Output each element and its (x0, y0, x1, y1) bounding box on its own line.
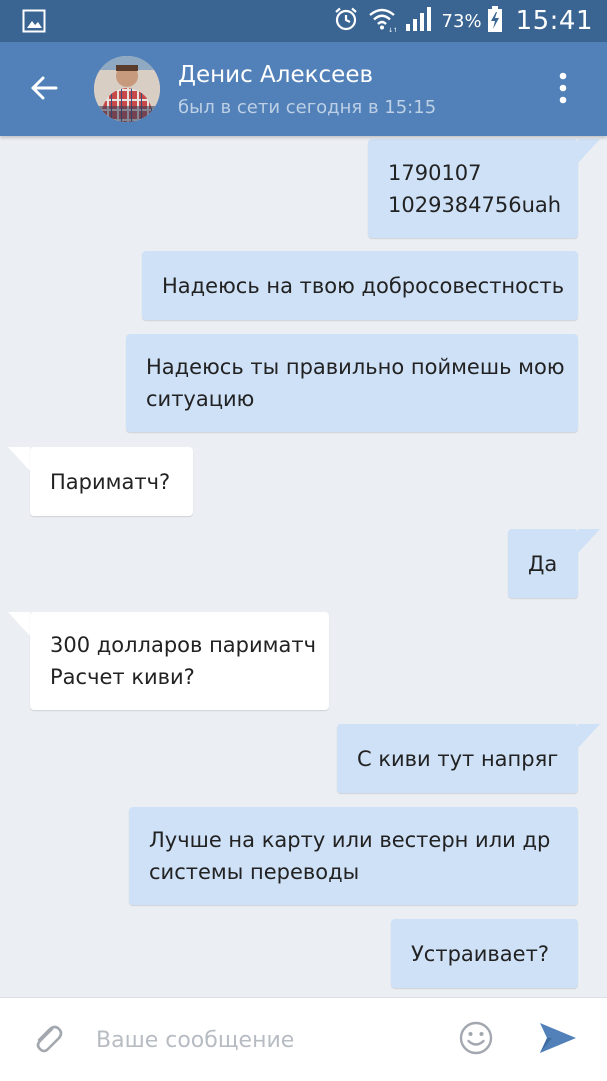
bubble-tail (8, 612, 30, 636)
last-seen-status: был в сети сегодня в 15:15 (178, 97, 437, 118)
message-text: Да (528, 551, 558, 576)
outgoing-message[interactable]: Лучше на карту или вестерн или др систем… (129, 807, 578, 905)
bubble-tail (578, 529, 600, 553)
chat-header: Денис Алексеев был в сети сегодня в 15:1… (0, 42, 607, 136)
alarm-icon (333, 6, 359, 36)
emoji-button[interactable] (454, 1018, 498, 1062)
message-text: ситуацию (146, 387, 255, 411)
back-button[interactable] (22, 68, 66, 112)
paperclip-icon (30, 1020, 66, 1060)
outgoing-message[interactable]: Надеюсь на твою добросовестность (142, 251, 578, 320)
bubble-tail (8, 447, 30, 471)
avatar[interactable] (94, 56, 160, 122)
incoming-message[interactable]: Париматч? (30, 447, 193, 516)
signal-icon (405, 7, 433, 35)
message-composer (0, 997, 607, 1081)
wifi-icon: ↓↑ (368, 6, 398, 36)
contact-name[interactable]: Денис Алексеев (178, 62, 373, 88)
message-text: Расчет киви? (50, 665, 195, 689)
message-text: 1029384756uah (388, 192, 562, 217)
bubble-tail (578, 139, 600, 163)
more-options-button[interactable] (541, 70, 585, 110)
outgoing-message[interactable]: Надеюсь ты правильно поймешь мою ситуаци… (126, 334, 578, 432)
outgoing-message[interactable]: Да (508, 529, 578, 598)
message-text: системы переводы (149, 860, 360, 884)
more-vertical-icon (558, 72, 568, 108)
outgoing-message[interactable]: С киви тут напряг (337, 724, 578, 793)
battery-charging-icon (487, 6, 503, 36)
bubble-tail (578, 724, 600, 748)
clock: 15:41 (515, 6, 593, 36)
outgoing-message[interactable]: Устраивает? (391, 919, 578, 988)
arrow-left-icon (29, 73, 59, 107)
message-text: С киви тут напряг (357, 746, 559, 771)
message-text: 300 долларов париматч (50, 633, 316, 657)
message-text: Устраивает? (411, 941, 549, 966)
outgoing-message[interactable]: 1790107 1029384756uah (368, 139, 578, 238)
message-text: Надеюсь на твою добросовестность (162, 273, 565, 298)
message-list[interactable]: 1790107 1029384756uah Надеюсь на твою до… (0, 136, 607, 997)
message-input[interactable] (96, 1020, 426, 1060)
battery-percentage: 73% (441, 10, 482, 32)
incoming-message[interactable]: 300 долларов париматч Расчет киви? (30, 612, 329, 710)
attach-button[interactable] (26, 1018, 70, 1062)
gallery-icon (22, 9, 46, 37)
message-text: 1790107 (388, 160, 482, 185)
message-text: Лучше на карту или вестерн или др (149, 828, 551, 852)
message-text: Париматч? (50, 469, 171, 494)
smiley-icon (458, 1020, 494, 1060)
send-button[interactable] (534, 1018, 582, 1062)
send-icon (538, 1021, 578, 1059)
svg-text:↓↑: ↓↑ (388, 27, 396, 32)
status-bar: ↓↑ 73% 15:41 (0, 0, 607, 42)
message-text: Надеюсь ты правильно поймешь мою (146, 355, 565, 379)
